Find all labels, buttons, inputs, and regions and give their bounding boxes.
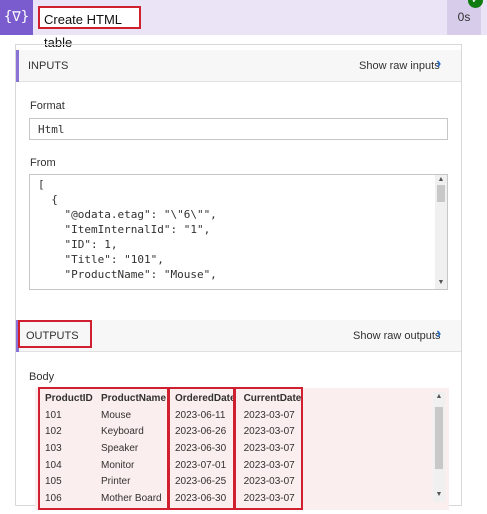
format-label: Format: [30, 100, 65, 112]
code-line: "ProductName": "Mouse",: [38, 268, 217, 281]
body-label: Body: [29, 371, 55, 383]
code-line: [: [38, 178, 45, 191]
format-value: Html: [38, 123, 65, 136]
from-scrollbar[interactable]: ▲ ▼: [435, 175, 447, 289]
body-scrollbar[interactable]: ▲ ▼: [433, 392, 445, 502]
currentdate-highlight: [234, 387, 303, 510]
code-line: "ID": 1,: [38, 238, 118, 251]
from-scrollbar-thumb[interactable]: [437, 185, 445, 202]
data-operation-icon: {∇}: [0, 0, 33, 35]
show-raw-inputs-link[interactable]: Show raw inputs: [359, 60, 440, 72]
scroll-up-icon[interactable]: ▲: [434, 393, 444, 400]
scroll-down-icon[interactable]: ▼: [436, 279, 446, 286]
ordereddate-highlight: [168, 387, 235, 510]
code-line: {: [38, 193, 58, 206]
inputs-section-title: INPUTS: [28, 60, 69, 72]
productid-productname-highlight: [38, 387, 169, 510]
chevron-right-icon[interactable]: ›: [436, 55, 441, 73]
code-line: "ItemInternalId": "1",: [38, 223, 211, 236]
body-scrollbar-thumb[interactable]: [435, 407, 443, 469]
chevron-right-icon[interactable]: ›: [436, 325, 441, 343]
code-line: "@odata.etag": "\"6\"",: [38, 208, 217, 221]
action-title[interactable]: Create HTML table: [38, 6, 141, 50]
scroll-up-icon[interactable]: ▲: [436, 176, 446, 183]
inputs-accent-bar: [16, 50, 19, 82]
from-code-content: [ { "@odata.etag": "\"6\"", "ItemInterna…: [38, 177, 217, 282]
outputs-highlight-box: [18, 320, 92, 348]
from-code-field: [ { "@odata.etag": "\"6\"", "ItemInterna…: [29, 174, 448, 290]
code-line: "Title": "101",: [38, 253, 164, 266]
scroll-down-icon[interactable]: ▼: [434, 491, 444, 498]
format-field: Html: [29, 118, 448, 140]
from-label: From: [30, 157, 56, 169]
show-raw-outputs-link[interactable]: Show raw outputs: [353, 330, 440, 342]
